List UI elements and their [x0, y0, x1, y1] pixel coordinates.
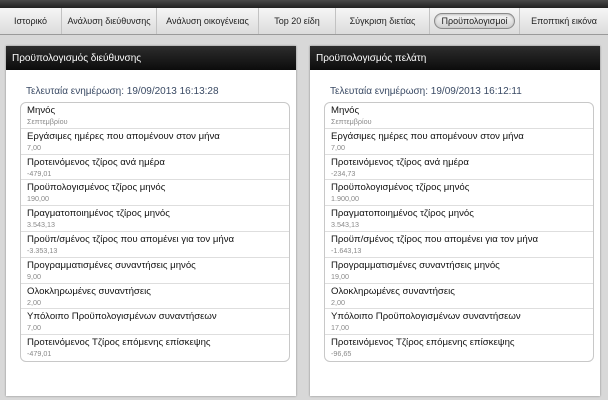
list-item: Προτεινόμενος τζίρος ανά ημέρα -479,01	[21, 155, 289, 181]
item-label: Πραγματοποιημένος τζίρος μηνός	[331, 208, 474, 220]
item-label: Προτεινόμενος Τζίρος επόμενης επίσκεψης	[331, 337, 515, 349]
list-item: Πραγματοποιημένος τζίρος μηνός 3.543,13	[325, 206, 593, 232]
item-value: -96,65	[331, 349, 352, 359]
tab-top20-items[interactable]: Top 20 είδη	[259, 8, 336, 34]
item-value: 190,00	[27, 194, 49, 204]
tab-management-analysis[interactable]: Ανάλυση διεύθυνσης	[62, 8, 157, 34]
item-value: -479,01	[27, 168, 52, 178]
budget-list: Μηνός Σεπτεμβρίου Εργάσιμες ημέρες που απ…	[20, 102, 290, 362]
tab-budgets[interactable]: Προϋπολογισμοί	[430, 8, 520, 34]
list-item: Προϋπολογισμένος τζίρος μηνός 1.900,00	[325, 180, 593, 207]
item-label: Προγραμματισμένες συναντήσεις μηνός	[27, 259, 196, 271]
list-item: Προϋπ/σμένος τζίρος που απομένει για τον…	[325, 232, 593, 258]
last-updated: Τελευταία ενημέρωση: 19/09/2013 16:12:11	[330, 86, 522, 97]
item-label: Προϋπ/σμένος τζίρος που απομένει για τον…	[331, 233, 539, 245]
list-item: Προτεινόμενος τζίρος ανά ημέρα -234,73	[325, 155, 593, 181]
item-label: Προτεινόμενος τζίρος ανά ημέρα	[27, 156, 165, 168]
item-value: 9,00	[27, 271, 41, 281]
item-label: Προγραμματισμένες συναντήσεις μηνός	[331, 259, 500, 271]
item-value: 2,00	[331, 297, 345, 307]
item-value: 17,00	[331, 323, 349, 333]
item-label: Εργάσιμες ημέρες που απομένουν στον μήνα	[331, 130, 524, 142]
item-label: Υπόλοιπο Προϋπολογισμένων συναντήσεων	[331, 311, 521, 323]
panel-title: Προϋπολογισμός διεύθυνσης	[6, 46, 296, 70]
tab-history[interactable]: Ιστορικό	[0, 8, 62, 34]
list-item: Προτεινόμενος Τζίρος επόμενης επίσκεψης -…	[21, 335, 289, 361]
list-item: Υπόλοιπο Προϋπολογισμένων συναντήσεων 17,…	[325, 309, 593, 336]
list-item: Προτεινόμενος Τζίρος επόμενης επίσκεψης -…	[325, 335, 593, 361]
item-value: 3.543,13	[27, 220, 55, 230]
item-label: Υπόλοιπο Προϋπολογισμένων συναντήσεων	[27, 311, 217, 323]
item-label: Πραγματοποιημένος τζίρος μηνός	[27, 208, 170, 220]
item-label: Προϋπ/σμένος τζίρος που απομένει για τον…	[27, 233, 235, 245]
item-label: Μηνός	[331, 105, 360, 116]
item-value: Σεπτεμβρίου	[27, 117, 68, 126]
item-value: Σεπτεμβρίου	[331, 117, 372, 126]
item-label: Προτεινόμενος Τζίρος επόμενης επίσκεψης	[27, 337, 211, 349]
list-item: Ολοκληρωμένες συναντήσεις 2,00	[325, 284, 593, 310]
last-updated: Τελευταία ενημέρωση: 19/09/2013 16:13:28	[26, 86, 219, 97]
list-item: Εργάσιμες ημέρες που απομένουν στον μήνα…	[325, 129, 593, 155]
item-value: -3.353,13	[27, 245, 58, 255]
item-value: -1.643,13	[331, 245, 362, 255]
item-label: Προϋπολογισμένος τζίρος μηνός	[27, 182, 166, 194]
list-item: Προγραμματισμένες συναντήσεις μηνός 19,00	[325, 258, 593, 284]
list-item: Εργάσιμες ημέρες που απομένουν στον μήνα…	[21, 129, 289, 155]
tab-two-year-comparison[interactable]: Σύγκριση διετίας	[336, 8, 430, 34]
tab-bar: Ιστορικό Ανάλυση διεύθυνσης Ανάλυση οικο…	[0, 8, 608, 35]
list-item: Προϋπολογισμένος τζίρος μηνός 190,00	[21, 180, 289, 207]
item-value: 7,00	[27, 323, 41, 333]
tab-family-analysis[interactable]: Ανάλυση οικογένειας	[157, 8, 259, 34]
customer-budget-panel: Προϋπολογισμός πελάτη Τελευταία ενημέρωσ…	[310, 46, 600, 396]
list-item: Πραγματοποιημένος τζίρος μηνός 3.543,13	[21, 206, 289, 232]
item-value: 7,00	[331, 142, 345, 152]
management-budget-panel: Προϋπολογισμός διεύθυνσης Τελευταία ενημ…	[6, 46, 296, 396]
list-item: Μηνός Σεπτεμβρίου	[21, 103, 289, 129]
item-value: 2,00	[27, 297, 41, 307]
item-value: -479,01	[27, 349, 52, 359]
item-value: 3.543,13	[331, 220, 359, 230]
item-label: Προτεινόμενος τζίρος ανά ημέρα	[331, 156, 469, 168]
tab-overview[interactable]: Εποπτική εικόνα	[520, 8, 608, 34]
item-value: -234,73	[331, 168, 356, 178]
item-label: Μηνός	[27, 105, 56, 116]
item-label: Ολοκληρωμένες συναντήσεις	[331, 285, 455, 297]
list-item: Ολοκληρωμένες συναντήσεις 2,00	[21, 284, 289, 310]
item-value: 19,00	[331, 271, 349, 281]
list-item: Υπόλοιπο Προϋπολογισμένων συναντήσεων 7,0…	[21, 309, 289, 336]
status-bar	[0, 0, 608, 8]
item-label: Προϋπολογισμένος τζίρος μηνός	[331, 182, 470, 194]
list-item: Μηνός Σεπτεμβρίου	[325, 103, 593, 129]
list-item: Προϋπ/σμένος τζίρος που απομένει για τον…	[21, 232, 289, 258]
item-label: Ολοκληρωμένες συναντήσεις	[27, 285, 151, 297]
budget-list: Μηνός Σεπτεμβρίου Εργάσιμες ημέρες που απ…	[324, 102, 594, 362]
list-item: Προγραμματισμένες συναντήσεις μηνός 9,00	[21, 258, 289, 284]
panel-title: Προϋπολογισμός πελάτη	[310, 46, 600, 70]
item-value: 7,00	[27, 142, 41, 152]
item-label: Εργάσιμες ημέρες που απομένουν στον μήνα	[27, 130, 220, 142]
item-value: 1.900,00	[331, 194, 359, 204]
